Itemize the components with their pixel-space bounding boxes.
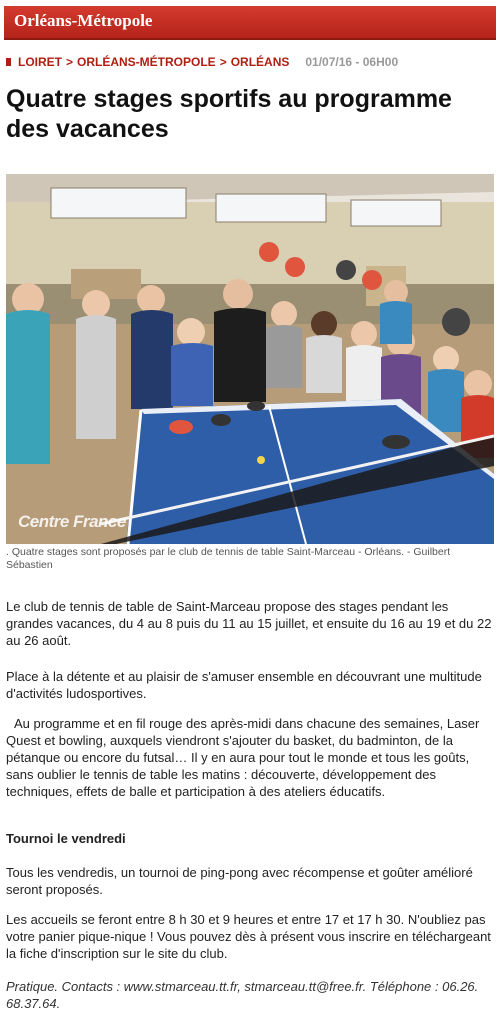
paragraph-tournament: Tous les vendredis, un tournoi de ping-p… (6, 865, 473, 897)
breadcrumb-link-loiret[interactable]: LOIRET (18, 55, 62, 69)
breadcrumb-separator: > (219, 55, 227, 69)
ping-pong-group-illustration (6, 174, 494, 544)
publish-date: 01/07/16 - 06H00 (305, 55, 399, 69)
subheading-tournament: Tournoi le vendredi (6, 831, 126, 846)
article-headline: Quatre stages sportifs au programme des … (6, 85, 452, 143)
paragraph-intro: Place à la détente et au plaisir de s'am… (6, 669, 482, 701)
breadcrumb-separator: > (66, 55, 74, 69)
breadcrumb: LOIRET > ORLÉANS-MÉTROPOLE > ORLÉANS 01/… (6, 55, 398, 69)
section-banner: Orléans-Métropole (4, 6, 496, 40)
photo-watermark: Centre France (18, 512, 126, 531)
photo-caption: . Quatre stages sont proposés par le clu… (6, 546, 451, 571)
breadcrumb-link-orleans[interactable]: ORLÉANS (231, 55, 290, 69)
article-photo: Centre France (6, 174, 494, 544)
paragraph-registration: Les accueils se feront entre 8 h 30 et 9… (6, 912, 491, 961)
paragraph-dates: Le club de tennis de table de Saint-Marc… (6, 599, 492, 648)
paragraph-contact: Pratique. Contacts : www.stmarceau.tt.fr… (6, 979, 479, 1011)
bullet-square-icon (6, 58, 11, 66)
paragraph-programme: Au programme et en fil rouge des après-m… (6, 716, 480, 799)
breadcrumb-link-orleans-metropole[interactable]: ORLÉANS-MÉTROPOLE (77, 55, 216, 69)
section-title: Orléans-Métropole (14, 11, 153, 30)
